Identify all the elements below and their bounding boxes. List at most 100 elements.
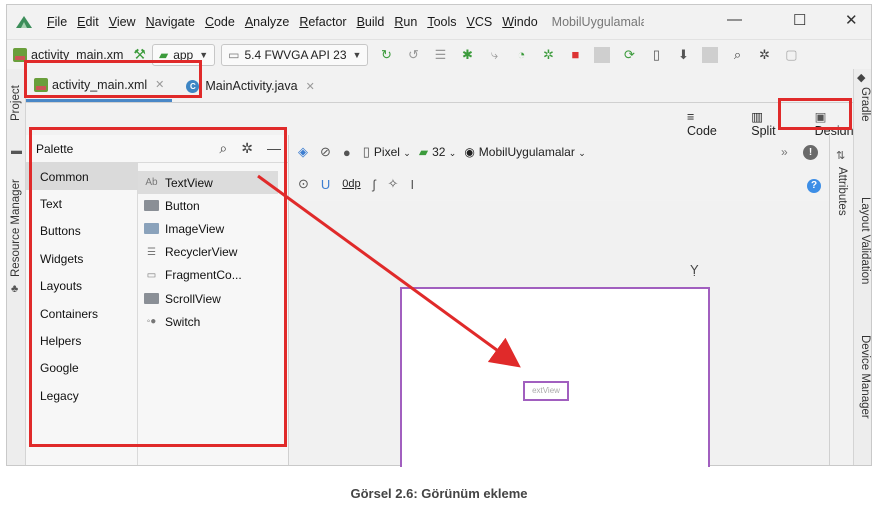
device-manager-icon[interactable]: ▯ (648, 47, 664, 63)
orientation-icon[interactable]: ⊘ (320, 144, 331, 160)
breadcrumb[interactable]: activity_main.xm (13, 47, 123, 62)
palette-item-switch[interactable]: ◦● Switch (144, 310, 278, 333)
palette-category-text[interactable]: Text (26, 190, 137, 217)
sdk-manager-icon[interactable]: ⬇ (675, 47, 691, 63)
palette-item-recyclerview[interactable]: ☰ RecyclerView (144, 241, 278, 264)
night-mode-icon[interactable]: ● (343, 145, 351, 160)
profile-icon[interactable]: ◔ (513, 47, 529, 63)
device-preview[interactable] (400, 287, 710, 467)
device-manager-tool-button[interactable]: Device Manager (859, 335, 871, 419)
search-icon[interactable]: ⌕ (729, 47, 745, 63)
layout-validation-tool-button[interactable]: Layout Validation (859, 197, 871, 284)
menu-code[interactable]: Code (205, 15, 235, 29)
api-dropdown-value: 32 (432, 145, 446, 159)
phone-icon: ▯ (362, 144, 370, 159)
palette-item-button[interactable]: Button (144, 194, 278, 217)
folder-icon: ▬ (11, 145, 22, 157)
palette-category-widgets[interactable]: Widgets (26, 245, 137, 272)
close-tab-icon[interactable]: ✕ (155, 78, 164, 91)
palette-category-helpers[interactable]: Helpers (26, 327, 137, 354)
api-dropdown[interactable]: 32 ⌄ (432, 145, 456, 159)
menu-window[interactable]: Windo (502, 15, 537, 29)
hammer-icon[interactable]: ⚒ (133, 46, 146, 63)
magnet-icon[interactable]: U (321, 177, 330, 192)
palette-category-common[interactable]: Common (26, 163, 137, 191)
menu-edit[interactable]: Edit (77, 15, 99, 29)
palette-category-layouts[interactable]: Layouts (26, 273, 137, 300)
palette-item-scrollview[interactable]: ScrollView (144, 287, 278, 310)
tab-activity-main-xml[interactable]: activity_main.xml ✕ (26, 70, 173, 102)
scrollview-icon (144, 293, 159, 305)
xml-file-icon (34, 77, 48, 92)
infer-constraints-icon[interactable]: ✧ (388, 176, 399, 192)
imageview-icon (144, 223, 159, 235)
maximize-button[interactable]: ☐ (793, 11, 806, 29)
menu-build[interactable]: Build (357, 15, 385, 29)
device-dropdown-value: Pixel (373, 145, 400, 159)
chevron-down-icon: ▼ (199, 49, 209, 60)
design-mode-button[interactable]: ▣ Design (805, 109, 871, 138)
palette-category-legacy[interactable]: Legacy (26, 382, 137, 409)
logcat-icon[interactable]: ☰ (432, 47, 448, 63)
default-margin-button[interactable]: 0dp (342, 178, 360, 190)
palette-category-google[interactable]: Google (26, 355, 137, 382)
user-icon[interactable]: ▢ (783, 47, 799, 63)
minimize-button[interactable]: — (727, 11, 742, 28)
attributes-tool-button[interactable]: Attributes (836, 167, 848, 216)
minimize-panel-icon[interactable]: — (267, 140, 281, 157)
module-select-value: app (173, 47, 194, 62)
code-mode-label: Code (687, 123, 717, 138)
device-select[interactable]: ▭ 5.4 FWVGA API 23 ▼ (221, 43, 369, 66)
figure-caption: Görsel 2.6: Görünüm ekleme (350, 486, 528, 501)
close-tab-icon[interactable]: ✕ (306, 80, 315, 93)
palette-category-buttons[interactable]: Buttons (26, 218, 137, 245)
search-icon[interactable]: ⌕ (219, 140, 227, 157)
module-select[interactable]: ▰ app ▼ (151, 43, 216, 66)
palette-category-containers[interactable]: Containers (26, 300, 137, 327)
gear-icon[interactable]: ✲ (241, 140, 253, 157)
chevron-down-icon: ⌄ (448, 148, 457, 158)
menu-file[interactable]: File (47, 15, 67, 29)
menu-tools[interactable]: Tools (427, 15, 456, 29)
palette-items: Ab TextView Button ImageView ☰ RecyclerV… (138, 171, 278, 333)
wrench-icon[interactable]: Ỵ (690, 262, 699, 277)
project-tool-button[interactable]: Project (10, 85, 22, 121)
debug-icon[interactable]: ✱ (459, 47, 475, 63)
menu-vcs[interactable]: VCS (467, 15, 493, 29)
layers-icon[interactable]: ◈ (298, 144, 308, 160)
palette-panel: Palette ⌕ ✲ — Common Text Buttons Widget… (26, 135, 289, 465)
split-mode-button[interactable]: ▥ Split (741, 109, 794, 138)
menu-view[interactable]: View (109, 15, 136, 29)
attach-debugger-icon[interactable]: ⤷ (486, 47, 502, 63)
palette-item-textview[interactable]: Ab TextView (138, 171, 278, 195)
apply-changes-icon[interactable]: ↻ (378, 47, 394, 63)
resource-manager-tool-button[interactable]: Resource Manager (10, 179, 22, 277)
menu-navigate[interactable]: Navigate (146, 15, 195, 29)
code-mode-button[interactable]: ≡ Code (677, 110, 731, 138)
apply-code-changes-icon[interactable]: ↺ (405, 47, 421, 63)
left-tool-strip: Project ▬ Resource Manager ♣ (7, 69, 26, 465)
textview-placed[interactable]: extView (523, 381, 569, 401)
palette-item-imageview[interactable]: ImageView (144, 217, 278, 240)
menu-analyze[interactable]: Analyze (245, 15, 289, 29)
clear-constraints-icon[interactable]: ʃ (373, 177, 376, 192)
attach-process-icon[interactable]: ✲ (540, 47, 556, 63)
guidelines-icon[interactable]: I (410, 177, 414, 192)
palette-header: Palette ⌕ ✲ — (26, 135, 289, 163)
menu-run[interactable]: Run (394, 15, 417, 29)
eye-icon[interactable]: ⊙ (298, 176, 309, 192)
overflow-icon[interactable]: » (781, 145, 788, 159)
device-dropdown[interactable]: Pixel ⌄ (374, 145, 411, 159)
info-icon[interactable]: ! (803, 145, 818, 160)
sync-gradle-icon[interactable]: ⟳ (621, 47, 637, 63)
close-button[interactable]: ✕ (845, 11, 858, 29)
palette-item-fragmentcontainer[interactable]: ▭ FragmentCo... (144, 264, 278, 287)
stop-icon[interactable]: ■ (567, 47, 583, 63)
menu-refactor[interactable]: Refactor (299, 15, 346, 29)
gear-icon[interactable]: ✲ (756, 47, 772, 63)
tab-mainactivity-java[interactable]: C MainActivity.java ✕ (178, 70, 322, 102)
android-studio-logo-icon (16, 16, 32, 28)
help-icon[interactable]: ? (807, 179, 821, 193)
theme-dropdown[interactable]: MobilUygulamalar ⌄ (479, 145, 586, 159)
tab-label: MainActivity.java (205, 79, 298, 93)
